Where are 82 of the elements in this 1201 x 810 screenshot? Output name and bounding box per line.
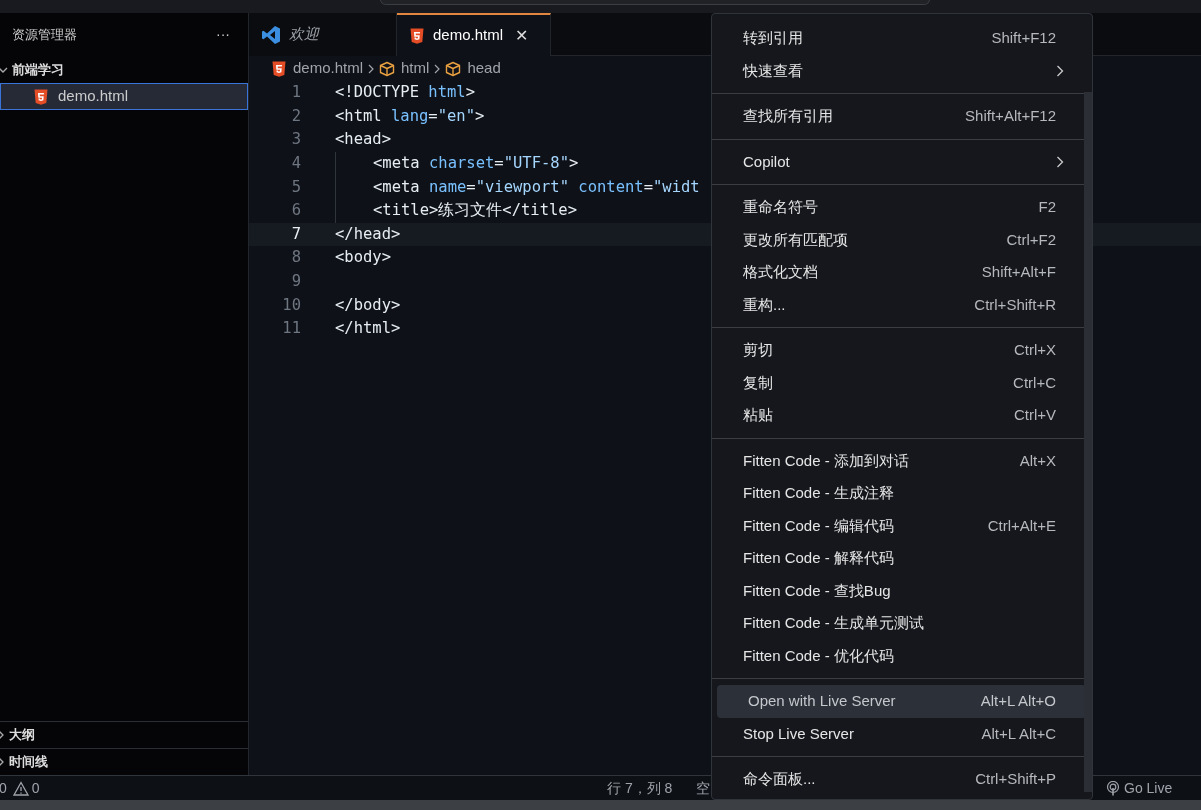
code-line[interactable]: <!DOCTYPE html> <box>335 81 475 105</box>
indentation-status[interactable]: 空 <box>696 777 710 799</box>
line-number: 9 <box>290 270 301 292</box>
code-line[interactable]: <html lang="en"> <box>335 104 485 128</box>
html-file-icon <box>33 88 49 105</box>
chevron-icon <box>367 62 376 75</box>
code-line[interactable]: <body> <box>335 246 391 270</box>
sidebar-title: 资源管理器 <box>12 25 77 44</box>
breadcrumb-item[interactable]: html <box>379 57 430 80</box>
menu-item[interactable]: 格式化文档 Shift+Alt+F <box>712 256 1084 289</box>
warning-icon <box>12 780 29 796</box>
shortcut-text: Ctrl+V <box>1013 405 1056 425</box>
editor-tab[interactable]: demo.html ✕ <box>397 13 551 56</box>
code-line[interactable]: <head> <box>335 128 391 152</box>
menu-item[interactable]: 粘贴 Ctrl+V <box>712 399 1084 432</box>
broadcast-icon <box>1106 780 1120 796</box>
cube-icon <box>445 60 462 77</box>
shortcut-text: Ctrl+C <box>1013 372 1056 393</box>
code-line[interactable]: <meta name="viewport" content="widt <box>373 175 700 199</box>
shortcut-text: Shift+Alt+F <box>981 262 1056 282</box>
menu-item[interactable]: 转到引用 Shift+F12 <box>712 22 1084 55</box>
line-number: 1 <box>290 82 301 104</box>
shortcut-text: Ctrl+Alt+E <box>987 515 1056 536</box>
vscode-logo-icon <box>261 24 281 45</box>
breadcrumb-item[interactable]: head <box>445 57 501 80</box>
shortcut-text: Alt+L Alt+C <box>981 723 1056 744</box>
menu-item[interactable]: Fitten Code - 生成单元测试 <box>712 607 1084 640</box>
line-number: 8 <box>290 247 301 269</box>
warning-count[interactable]: 0 <box>31 777 40 799</box>
menu-item[interactable]: Fitten Code - 优化代码 <box>712 639 1084 672</box>
html-file-icon <box>409 27 425 44</box>
shortcut-text: Alt+L Alt+O <box>980 691 1056 711</box>
menu-item[interactable]: 复制 Ctrl+C <box>712 366 1084 399</box>
menu-item[interactable]: Copilot <box>712 145 1084 178</box>
line-number: 5 <box>290 176 301 198</box>
menu-item[interactable]: Open with Live Server Alt+L Alt+O <box>717 685 1086 718</box>
code-line[interactable]: </body> <box>335 293 401 317</box>
menu-item[interactable]: Fitten Code - 编辑代码 Ctrl+Alt+E <box>712 509 1084 542</box>
menu-item[interactable]: 查找所有引用 Shift+Alt+F12 <box>712 100 1084 133</box>
line-number: 7 <box>290 223 301 245</box>
menu-item[interactable]: 快速查看 <box>712 54 1084 87</box>
menu-item[interactable]: Fitten Code - 查找Bug <box>712 574 1084 607</box>
error-count[interactable]: 0 <box>0 777 7 799</box>
code-line[interactable]: </html> <box>335 317 401 341</box>
editor-tab[interactable]: 欢迎 <box>249 13 397 56</box>
menu-item[interactable]: Fitten Code - 添加到对话 Alt+X <box>712 444 1084 477</box>
shortcut-text: F2 <box>1038 197 1056 217</box>
code-line[interactable]: <meta charset="UTF-8"> <box>373 151 579 176</box>
menu-item[interactable]: Fitten Code - 解释代码 <box>712 542 1084 575</box>
cursor-position[interactable]: 行 7，列 8 <box>607 777 673 799</box>
menu-item[interactable]: 命令面板... Ctrl+Shift+P <box>712 763 1084 796</box>
close-icon[interactable]: ✕ <box>515 23 529 48</box>
menu-item[interactable]: Fitten Code - 生成注释 <box>712 477 1084 510</box>
folder-item[interactable]: 前端学习 <box>12 59 64 80</box>
line-number: 2 <box>290 105 301 127</box>
line-number: 6 <box>290 200 301 222</box>
go-live-button[interactable]: Go Live <box>1106 777 1173 799</box>
menu-item[interactable]: Stop Live Server Alt+L Alt+C <box>712 717 1084 750</box>
more-actions-button[interactable]: ··· <box>216 24 230 45</box>
line-number: 10 <box>281 294 301 316</box>
cube-icon <box>379 60 396 77</box>
shortcut-text: Alt+X <box>1019 450 1056 471</box>
shortcut-text: Shift+Alt+F12 <box>965 106 1056 126</box>
menu-item[interactable]: 剪切 Ctrl+X <box>712 334 1084 367</box>
menu-item[interactable]: 重命名符号 F2 <box>712 191 1084 224</box>
code-line[interactable]: </head> <box>335 222 401 246</box>
file-item[interactable]: demo.html <box>0 83 248 110</box>
shortcut-text: Ctrl+F2 <box>1006 229 1056 250</box>
line-number: 4 <box>290 152 301 174</box>
shortcut-text: Ctrl+X <box>1013 340 1056 360</box>
menu-item[interactable]: 更改所有匹配项 Ctrl+F2 <box>712 223 1084 256</box>
shortcut-text: Shift+F12 <box>991 28 1056 48</box>
line-number: 3 <box>290 129 301 151</box>
shortcut-text: Ctrl+Shift+R <box>974 294 1056 315</box>
line-number: 11 <box>281 318 301 340</box>
chevron-icon <box>433 62 442 75</box>
shortcut-text: Ctrl+Shift+P <box>975 769 1056 789</box>
breadcrumb-item[interactable]: demo.html <box>271 57 364 80</box>
menu-item[interactable]: 重构... Ctrl+Shift+R <box>712 288 1084 321</box>
html-file-icon <box>271 60 287 77</box>
code-line[interactable]: <title>练习文件</title> <box>373 199 577 223</box>
panel-header[interactable]: 大纲 <box>0 721 248 748</box>
